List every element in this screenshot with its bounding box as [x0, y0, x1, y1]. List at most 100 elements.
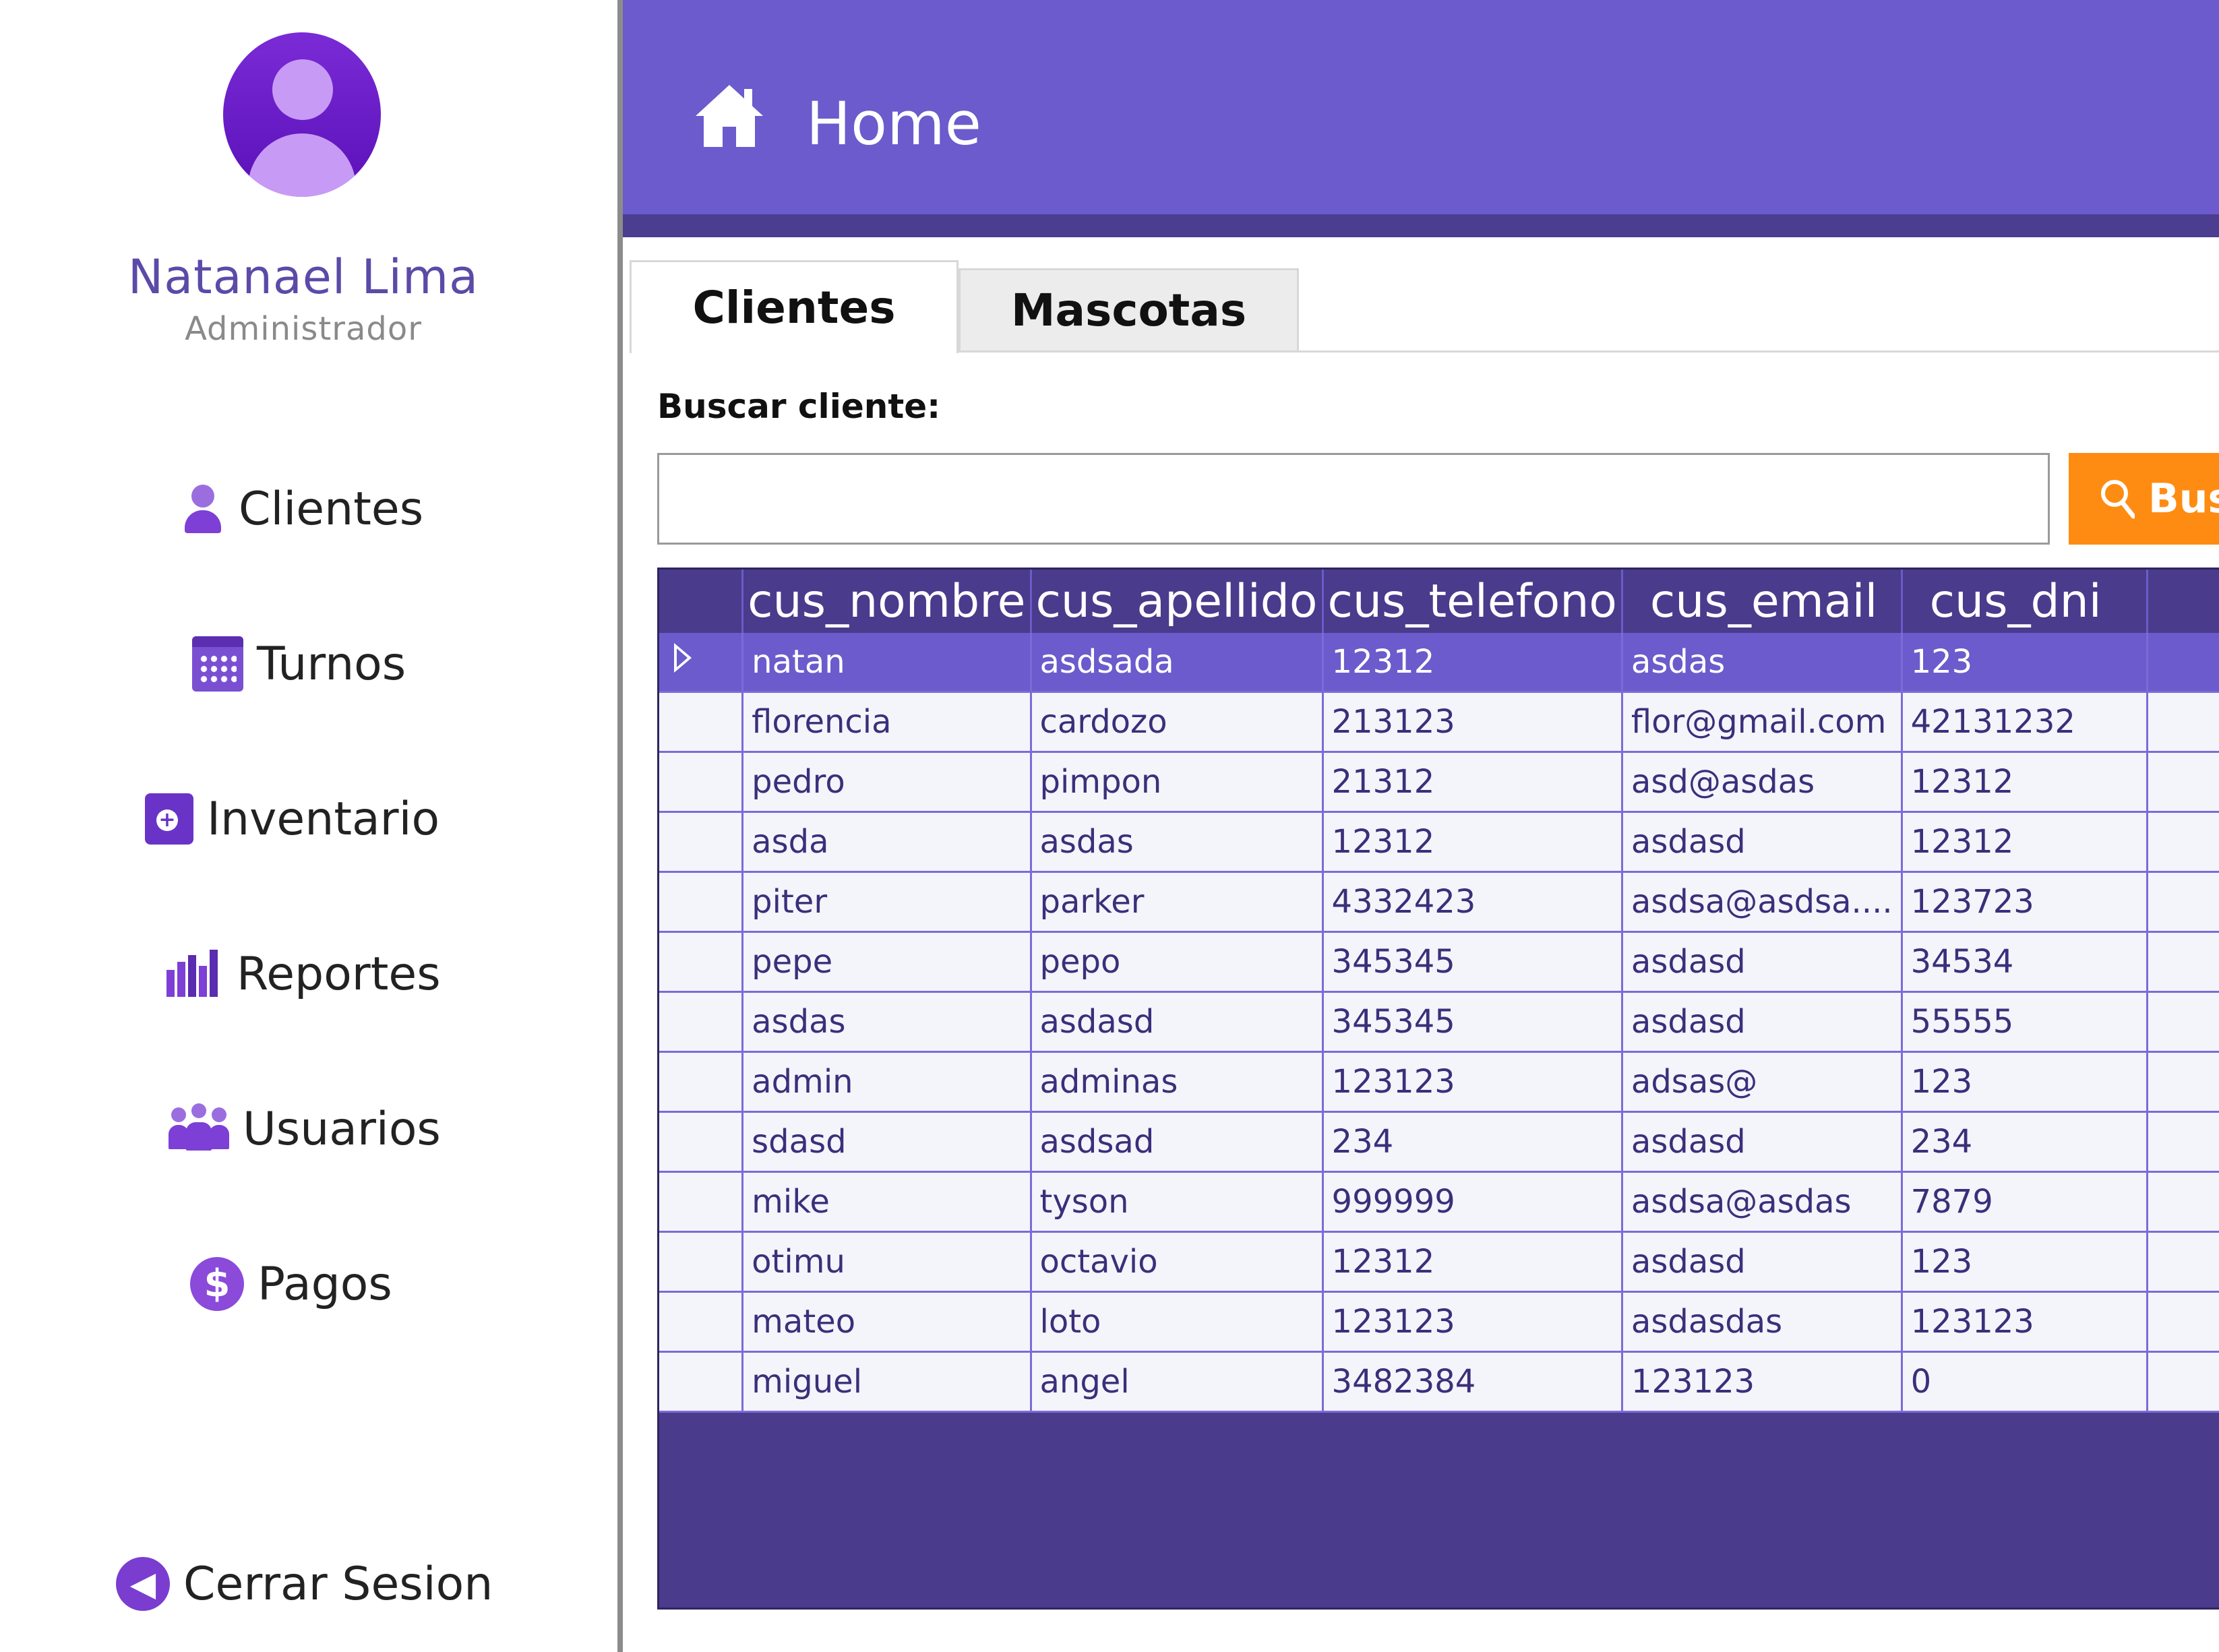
table-cell[interactable]: 12312: [1902, 812, 2148, 873]
table-cell[interactable]: sdasd: [742, 1111, 1032, 1173]
table-row[interactable]: sdasd asdsad 234 asdasd 234: [659, 1111, 2219, 1173]
table-cell[interactable]: 213123: [1323, 692, 1623, 753]
table-cell[interactable]: 12312: [1323, 1231, 1623, 1293]
column-header[interactable]: cus_nombre: [742, 570, 1032, 633]
table-cell[interactable]: 4332423: [1323, 871, 1623, 933]
table-row[interactable]: natan asdsada 12312 asdas 123: [659, 633, 2219, 693]
table-row[interactable]: asdas asdasd 345345 asdasd 55555: [659, 991, 2219, 1053]
row-header[interactable]: [659, 871, 744, 933]
table-cell[interactable]: mike: [742, 1171, 1032, 1233]
row-header[interactable]: [659, 812, 744, 873]
table-row[interactable]: mateo loto 123123 asdasdas 123123: [659, 1291, 2219, 1353]
table-cell[interactable]: 7879: [1902, 1171, 2148, 1233]
table-cell[interactable]: asdasd: [1622, 931, 1903, 993]
table-cell[interactable]: pepo: [1031, 931, 1324, 993]
table-cell[interactable]: 345345: [1323, 991, 1623, 1053]
table-cell[interactable]: pedro: [742, 752, 1032, 813]
table-cell[interactable]: florencia: [742, 692, 1032, 753]
row-header[interactable]: [659, 1051, 744, 1113]
table-cell[interactable]: 123123: [1323, 1051, 1623, 1113]
table-cell[interactable]: pimpon: [1031, 752, 1324, 813]
row-header[interactable]: [659, 752, 744, 813]
table-cell[interactable]: 21312: [1323, 752, 1623, 813]
column-header[interactable]: cus_apellido: [1031, 570, 1324, 633]
table-row[interactable]: pepe pepo 345345 asdasd 34534: [659, 931, 2219, 993]
table-cell[interactable]: miguel: [742, 1351, 1032, 1413]
row-header[interactable]: [659, 633, 744, 693]
table-cell[interactable]: asda: [742, 812, 1032, 873]
table-row[interactable]: pedro pimpon 21312 asd@asdas 12312: [659, 752, 2219, 813]
table-cell[interactable]: 34534: [1902, 931, 2148, 993]
table-cell[interactable]: angel: [1031, 1351, 1324, 1413]
row-header[interactable]: [659, 1351, 744, 1413]
sidebar-item-inventario[interactable]: + Inventario: [145, 778, 439, 859]
table-cell[interactable]: 3482384: [1323, 1351, 1623, 1413]
table-cell[interactable]: flor@gmail.com: [1622, 692, 1903, 753]
table-cell[interactable]: asdsada: [1031, 633, 1324, 693]
table-cell[interactable]: otimu: [742, 1231, 1032, 1293]
row-header[interactable]: [659, 692, 744, 753]
table-cell[interactable]: cardozo: [1031, 692, 1324, 753]
sidebar-item-turnos[interactable]: Turnos: [192, 623, 406, 704]
table-cell[interactable]: asdasd: [1031, 991, 1324, 1053]
table-cell[interactable]: asdsad: [1031, 1111, 1324, 1173]
table-row[interactable]: miguel angel 3482384 123123 0: [659, 1351, 2219, 1413]
table-cell[interactable]: 999999: [1323, 1171, 1623, 1233]
logout-button[interactable]: ◀ Cerrar Sesion: [116, 1543, 493, 1624]
row-header[interactable]: [659, 1231, 744, 1293]
table-cell[interactable]: asdas: [742, 991, 1032, 1053]
row-header[interactable]: [659, 1111, 744, 1173]
table-row[interactable]: otimu octavio 12312 asdasd 123: [659, 1231, 2219, 1293]
table-cell[interactable]: 234: [1323, 1111, 1623, 1173]
table-cell[interactable]: asdasd: [1622, 1111, 1903, 1173]
table-row[interactable]: mike tyson 999999 asdsa@asdas 7879: [659, 1171, 2219, 1233]
table-cell[interactable]: asdasdas: [1622, 1291, 1903, 1353]
clients-grid[interactable]: cus_nombre cus_apellido cus_telefono cus…: [657, 568, 2219, 1610]
table-cell[interactable]: asd@asdas: [1622, 752, 1903, 813]
sidebar-item-usuarios[interactable]: Usuarios: [169, 1089, 441, 1169]
table-cell[interactable]: 12312: [1323, 812, 1623, 873]
table-cell[interactable]: natan: [742, 633, 1032, 693]
row-header[interactable]: [659, 931, 744, 993]
table-row[interactable]: piter parker 4332423 asdsa@asdsa.... 123723: [659, 871, 2219, 933]
table-cell[interactable]: tyson: [1031, 1171, 1324, 1233]
table-cell[interactable]: 42131232: [1902, 692, 2148, 753]
sidebar-item-clientes[interactable]: Clientes: [181, 468, 423, 549]
table-cell[interactable]: admin: [742, 1051, 1032, 1113]
column-header[interactable]: cus_email: [1622, 570, 1903, 633]
row-header[interactable]: [659, 991, 744, 1053]
search-button[interactable]: Bus: [2069, 453, 2219, 545]
table-cell[interactable]: 123723: [1902, 871, 2148, 933]
table-cell[interactable]: 0: [1902, 1351, 2148, 1413]
table-cell[interactable]: 12312: [1902, 752, 2148, 813]
column-header[interactable]: cus_dni: [1902, 570, 2148, 633]
sidebar-item-reportes[interactable]: Reportes: [165, 934, 441, 1014]
table-cell[interactable]: asdas: [1031, 812, 1324, 873]
tab-clientes[interactable]: Clientes: [630, 260, 959, 353]
table-cell[interactable]: 123123: [1622, 1351, 1903, 1413]
sidebar-item-pagos[interactable]: $ Pagos: [190, 1244, 392, 1324]
row-header[interactable]: [659, 1171, 744, 1233]
table-cell[interactable]: 123: [1902, 1231, 2148, 1293]
table-cell[interactable]: asdasd: [1622, 991, 1903, 1053]
table-cell[interactable]: piter: [742, 871, 1032, 933]
table-cell[interactable]: 123123: [1902, 1291, 2148, 1353]
table-cell[interactable]: pepe: [742, 931, 1032, 993]
tab-mascotas[interactable]: Mascotas: [959, 268, 1299, 350]
row-header[interactable]: [659, 1291, 744, 1353]
column-header[interactable]: cus_telefono: [1323, 570, 1623, 633]
table-cell[interactable]: octavio: [1031, 1231, 1324, 1293]
table-cell[interactable]: 55555: [1902, 991, 2148, 1053]
table-cell[interactable]: 123123: [1323, 1291, 1623, 1353]
table-cell[interactable]: 345345: [1323, 931, 1623, 993]
table-cell[interactable]: 234: [1902, 1111, 2148, 1173]
table-cell[interactable]: asdasd: [1622, 812, 1903, 873]
table-cell[interactable]: asdas: [1622, 633, 1903, 693]
table-cell[interactable]: 123: [1902, 1051, 2148, 1113]
table-cell[interactable]: asdsa@asdsa....: [1622, 871, 1903, 933]
table-row[interactable]: florencia cardozo 213123 flor@gmail.com 4213…: [659, 692, 2219, 753]
table-cell[interactable]: 123: [1902, 633, 2148, 693]
table-row[interactable]: asda asdas 12312 asdasd 12312: [659, 812, 2219, 873]
table-cell[interactable]: adminas: [1031, 1051, 1324, 1113]
search-input[interactable]: [657, 453, 2050, 545]
